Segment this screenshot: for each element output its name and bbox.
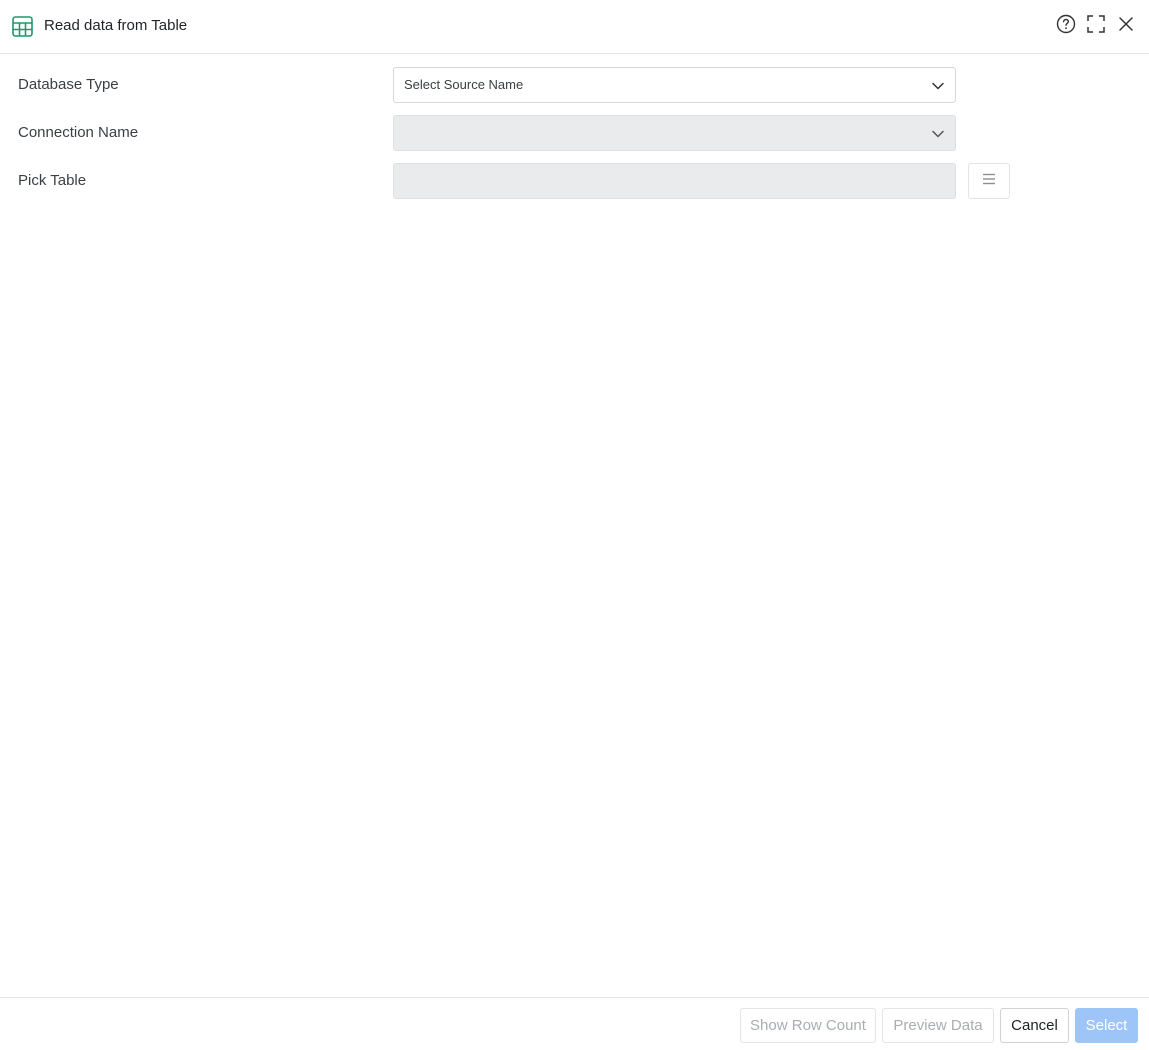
close-icon <box>1117 15 1135 38</box>
chevron-down-icon <box>931 127 945 141</box>
connection-name-label: Connection Name <box>18 124 139 141</box>
table-icon <box>12 16 33 37</box>
database-type-label: Database Type <box>18 76 119 93</box>
database-type-select[interactable]: Select Source Name <box>393 67 956 103</box>
show-row-count-button[interactable]: Show Row Count <box>740 1008 876 1043</box>
database-type-row: Database Type Select Source Name <box>0 67 1149 103</box>
connection-name-row: Connection Name <box>0 115 1149 151</box>
maximize-button[interactable] <box>1085 14 1107 39</box>
database-type-value: Select Source Name <box>404 77 524 92</box>
connection-name-select[interactable] <box>393 115 956 151</box>
close-button[interactable] <box>1115 15 1137 37</box>
dialog-header: Read data from Table <box>0 0 1149 54</box>
dialog-title: Read data from Table <box>44 17 188 34</box>
list-icon <box>982 172 996 190</box>
chevron-down-icon <box>931 79 945 93</box>
cancel-button[interactable]: Cancel <box>1000 1008 1069 1043</box>
dialog-footer: Show Row Count Preview Data Cancel Selec… <box>0 997 1149 1050</box>
preview-data-button[interactable]: Preview Data <box>882 1008 994 1043</box>
maximize-icon <box>1086 14 1106 39</box>
help-button[interactable] <box>1055 14 1077 39</box>
pick-table-row: Pick Table <box>0 163 1149 199</box>
pick-table-browse-button[interactable] <box>968 163 1010 199</box>
pick-table-label: Pick Table <box>18 172 87 189</box>
select-button[interactable]: Select <box>1075 1008 1138 1043</box>
help-circle-icon <box>1056 14 1076 39</box>
pick-table-input[interactable] <box>393 163 956 199</box>
